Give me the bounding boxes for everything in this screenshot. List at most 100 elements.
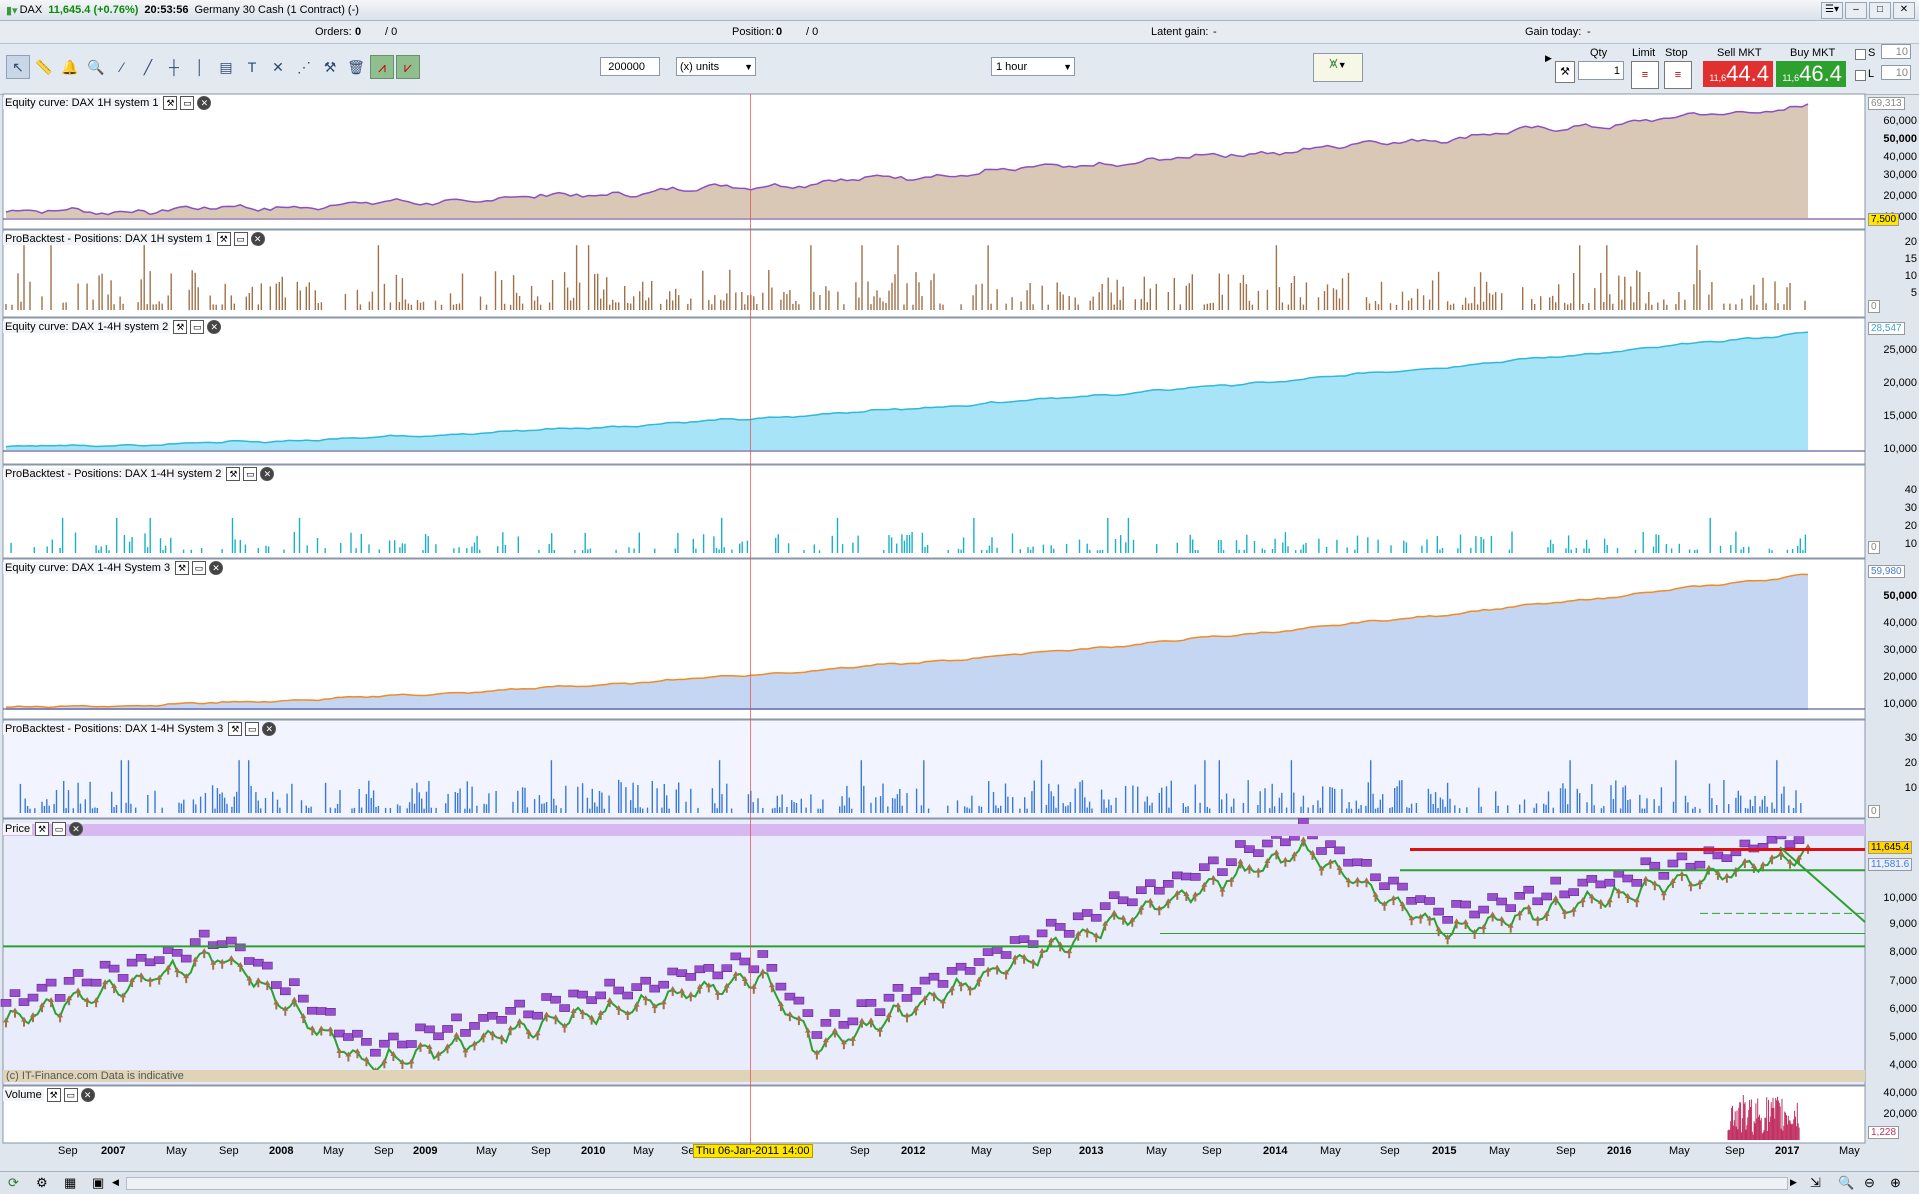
window-icon[interactable]: ▭	[180, 96, 195, 110]
sell-signal-marker	[1361, 858, 1372, 867]
panel-background	[2, 1085, 1866, 1144]
axis-tick-label: 15,000	[1883, 410, 1917, 422]
sell-signal-marker	[1622, 874, 1634, 883]
scroll-right-icon[interactable]: ▶	[1790, 1177, 1797, 1188]
wrench-icon[interactable]: ⚒	[226, 467, 241, 481]
sell-signal-marker	[1262, 839, 1273, 848]
sell-signal-marker	[433, 1032, 444, 1041]
layout-icon[interactable]: ▣	[92, 1175, 104, 1191]
sell-signal-marker	[856, 999, 868, 1008]
sell-signal-marker	[532, 1011, 543, 1020]
sell-signal-marker	[1045, 918, 1057, 927]
time-axis-label: 2014	[1263, 1145, 1288, 1157]
settings-icon[interactable]: ⚙	[36, 1175, 48, 1191]
wrench-icon[interactable]: ⚒	[163, 96, 178, 110]
wrench-icon[interactable]: ⚒	[228, 722, 243, 736]
sell-signal-marker	[306, 1006, 318, 1015]
axis-tick-label: 20	[1904, 520, 1917, 532]
cursor-date-label: Thu 06-Jan-2011 14:00	[693, 1144, 813, 1158]
time-axis-label: Sep	[374, 1145, 394, 1157]
sell-signal-marker	[1469, 910, 1480, 919]
sell-signal-marker	[244, 957, 255, 965]
equity-start-tag: 7,500	[1868, 213, 1900, 226]
sell-signal-marker	[1667, 859, 1679, 868]
zoom-out-icon[interactable]: ⊖	[1864, 1175, 1875, 1191]
close-panel-icon[interactable]: ✕	[197, 96, 212, 110]
auto-scale-icon[interactable]: ⇲	[1810, 1175, 1821, 1191]
panel-title: ProBacktest - Positions: DAX 1H system 1	[3, 233, 214, 245]
sell-signal-marker	[460, 1029, 471, 1037]
zoom-in-icon[interactable]: ⊕	[1890, 1175, 1901, 1191]
wrench-icon[interactable]: ⚒	[175, 561, 190, 575]
table-icon[interactable]: ▦	[64, 1175, 76, 1191]
sell-signal-marker	[973, 958, 985, 966]
wrench-icon[interactable]: ⚒	[173, 320, 188, 334]
sell-signal-marker	[1018, 935, 1030, 944]
close-panel-icon[interactable]: ✕	[260, 467, 275, 481]
sell-signal-marker	[739, 957, 751, 966]
sell-signal-marker	[676, 969, 688, 978]
sell-signal-marker	[1199, 863, 1210, 872]
axis-tick-label: 20	[1904, 236, 1917, 248]
zoom-fit-icon[interactable]: 🔍	[1838, 1175, 1854, 1191]
sell-signal-marker	[1505, 904, 1516, 912]
sell-signal-marker	[1235, 840, 1246, 848]
sell-signal-marker	[1009, 936, 1021, 944]
sell-signal-marker	[388, 1032, 399, 1041]
axis-tick-label: 9,000	[1889, 918, 1917, 930]
window-icon[interactable]: ▭	[243, 467, 258, 481]
window-icon[interactable]: ▭	[63, 1088, 78, 1102]
wrench-icon[interactable]: ⚒	[216, 232, 231, 246]
axis-tick-label: 10	[1904, 270, 1917, 282]
sell-signal-marker	[649, 984, 661, 993]
window-icon[interactable]: ▭	[190, 320, 205, 334]
window-icon[interactable]: ▭	[52, 822, 67, 836]
sell-signal-marker	[1127, 898, 1138, 907]
scroll-left-icon[interactable]: ◀	[112, 1177, 119, 1188]
axis-tick-label: 25,000	[1883, 344, 1917, 356]
wrench-icon[interactable]: ⚒	[35, 822, 50, 836]
equity-value-tag: 28,547	[1868, 322, 1905, 335]
sell-signal-marker	[1253, 849, 1264, 857]
close-panel-icon[interactable]: ✕	[80, 1088, 95, 1102]
sell-signal-marker	[1406, 896, 1417, 905]
sell-signal-marker	[955, 962, 967, 971]
sell-signal-marker	[577, 990, 588, 999]
window-icon[interactable]: ▭	[233, 232, 248, 246]
sell-signal-marker	[81, 978, 93, 987]
axis-tick-label: 40,000	[1883, 617, 1917, 629]
window-icon[interactable]: ▭	[245, 722, 260, 736]
axis-tick-label: 20,000	[1883, 671, 1917, 683]
window-icon[interactable]: ▭	[192, 561, 207, 575]
close-panel-icon[interactable]: ✕	[209, 561, 224, 575]
sell-signal-marker	[523, 1010, 534, 1019]
sell-signal-marker	[928, 972, 940, 981]
sell-signal-marker	[1388, 876, 1399, 885]
panel-title: Equity curve: DAX 1-4H System 3	[3, 562, 173, 574]
sell-signal-marker	[640, 976, 652, 985]
time-axis-label: Sep	[1380, 1145, 1400, 1157]
close-panel-icon[interactable]: ✕	[207, 320, 222, 334]
sell-signal-marker	[1117, 896, 1129, 905]
time-axis-label: 2016	[1607, 1145, 1632, 1157]
close-panel-icon[interactable]: ✕	[262, 722, 277, 736]
refresh-icon[interactable]: ⟳	[8, 1175, 19, 1191]
sell-signal-marker	[1577, 878, 1589, 887]
horizontal-scrollbar[interactable]	[126, 1177, 1788, 1190]
axis-tick-label: 10	[1904, 538, 1917, 550]
sell-signal-marker	[415, 1023, 426, 1032]
sell-signal-marker	[568, 989, 579, 998]
wrench-icon[interactable]: ⚒	[46, 1088, 61, 1102]
sell-signal-marker	[811, 1031, 823, 1039]
close-panel-icon[interactable]: ✕	[250, 232, 265, 246]
sell-signal-marker	[820, 1018, 832, 1027]
sell-signal-marker	[910, 987, 922, 995]
sell-signal-marker	[1514, 891, 1525, 900]
close-panel-icon[interactable]: ✕	[69, 822, 84, 836]
sell-signal-marker	[261, 961, 273, 970]
chart-canvas[interactable]	[0, 0, 1919, 1193]
sell-signal-marker	[667, 967, 679, 976]
sell-signal-marker	[865, 999, 877, 1007]
sell-signal-marker	[117, 974, 129, 982]
sell-signal-marker	[703, 964, 715, 972]
